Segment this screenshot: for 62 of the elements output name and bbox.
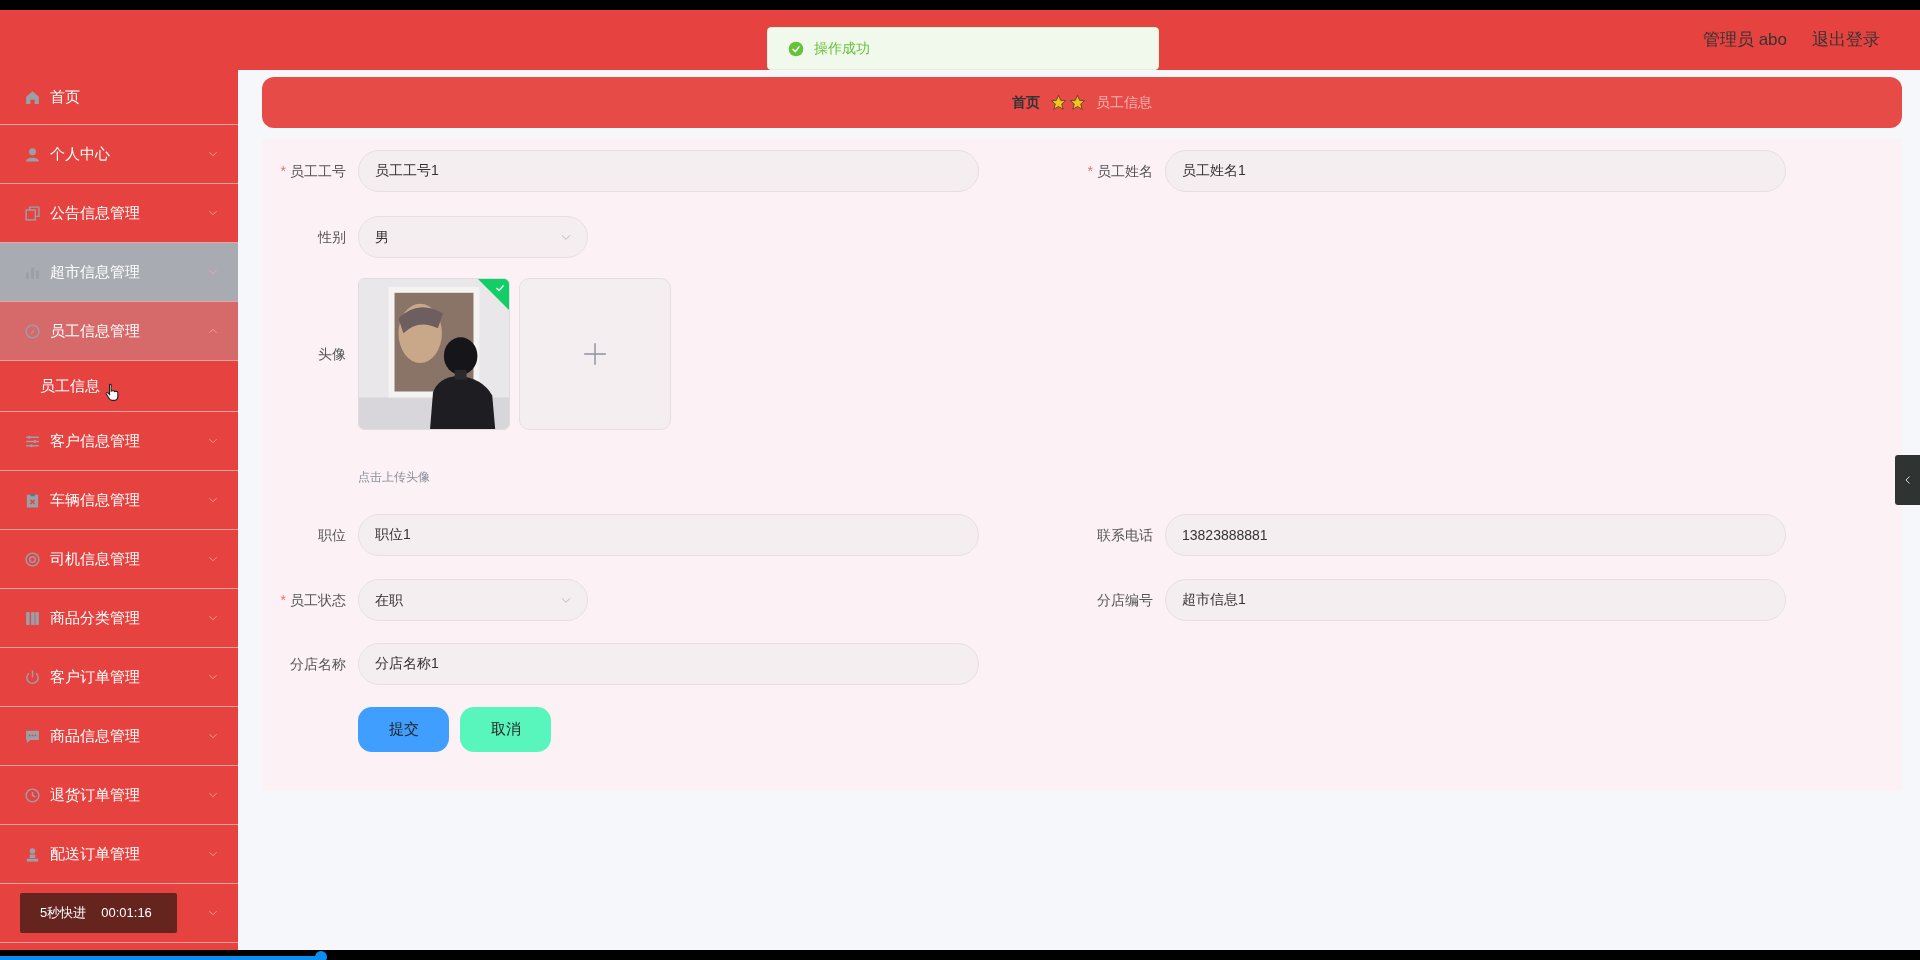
upload-hint: 点击上传头像 — [358, 469, 431, 486]
home-icon — [24, 88, 41, 106]
person-icon — [24, 145, 41, 163]
select-field[interactable]: 男 — [358, 216, 588, 258]
menu-label: 客户订单管理 — [50, 666, 140, 687]
menu-item[interactable]: 员工信息管理 — [0, 302, 238, 361]
star-icon — [1069, 94, 1086, 111]
menu-label: 公告信息管理 — [50, 202, 140, 223]
text-field[interactable]: 员工姓名1 — [1165, 150, 1786, 192]
menu-label: 客户信息管理 — [50, 430, 140, 451]
check-icon — [494, 282, 506, 294]
clipboard-icon — [24, 491, 41, 509]
field-label: 分店名称 — [290, 654, 346, 674]
compass-icon — [24, 322, 41, 340]
menu-label: 商品分类管理 — [50, 607, 140, 628]
submit-button[interactable]: 提交 — [358, 707, 449, 752]
field-label: 分店编号 — [1097, 590, 1153, 610]
playback-time: 00:01:16 — [101, 904, 152, 923]
user-name: 管理员 abo — [1702, 29, 1787, 52]
menu-label: 员工信息管理 — [50, 320, 140, 341]
menu-label: 司机信息管理 — [50, 548, 140, 569]
ring-icon — [24, 550, 41, 568]
progress-track[interactable] — [0, 950, 1920, 960]
menu-label: 车辆信息管理 — [50, 489, 140, 510]
menu-label: 个人中心 — [50, 143, 110, 164]
power-icon — [24, 668, 41, 686]
text-field[interactable]: 超市信息1 — [1165, 579, 1786, 621]
menu-label: 首页 — [50, 86, 80, 107]
logout-link[interactable]: 退出登录 — [1812, 27, 1880, 53]
field-label: 员工姓名 — [1097, 161, 1153, 181]
menu-item[interactable]: 超市信息管理 — [0, 243, 238, 302]
field-label: 职位 — [318, 525, 346, 545]
required-mark: * — [280, 161, 286, 181]
field-label: 联系电话 — [1097, 525, 1153, 545]
text-field[interactable]: 职位1 — [358, 514, 979, 556]
menu-label: 商品信息管理 — [50, 725, 140, 746]
breadcrumb-item[interactable]: 员工信息 — [1096, 92, 1152, 113]
stamp-icon — [24, 845, 41, 863]
field-label: 性别 — [318, 227, 346, 247]
seek-label: 5秒快进 — [40, 904, 87, 923]
books-icon — [24, 609, 41, 627]
copy-icon — [24, 204, 41, 222]
breadcrumb-item[interactable]: 首页 — [1012, 92, 1040, 113]
toast-message: 操作成功 — [814, 39, 870, 58]
menu-label: 超市信息管理 — [50, 261, 140, 282]
required-mark: * — [280, 590, 286, 610]
menu-label: 退货订单管理 — [50, 784, 140, 805]
success-icon — [788, 40, 804, 57]
field-label: 员工状态 — [290, 590, 346, 610]
text-field[interactable]: 员工工号1 — [358, 150, 979, 192]
progress-thumb[interactable] — [314, 951, 327, 960]
clock-icon — [24, 786, 41, 804]
cancel-button[interactable]: 取消 — [460, 707, 551, 752]
plus-icon — [582, 341, 608, 367]
menu-label: 配送订单管理 — [50, 843, 140, 864]
field-label: 员工工号 — [290, 161, 346, 181]
field-label: 头像 — [318, 344, 346, 364]
required-mark: * — [1087, 161, 1093, 181]
text-field[interactable]: 分店名称1 — [358, 643, 979, 685]
select-field[interactable]: 在职 — [358, 579, 588, 621]
text-field[interactable]: 13823888881 — [1165, 514, 1786, 556]
star-icon — [1050, 94, 1067, 111]
